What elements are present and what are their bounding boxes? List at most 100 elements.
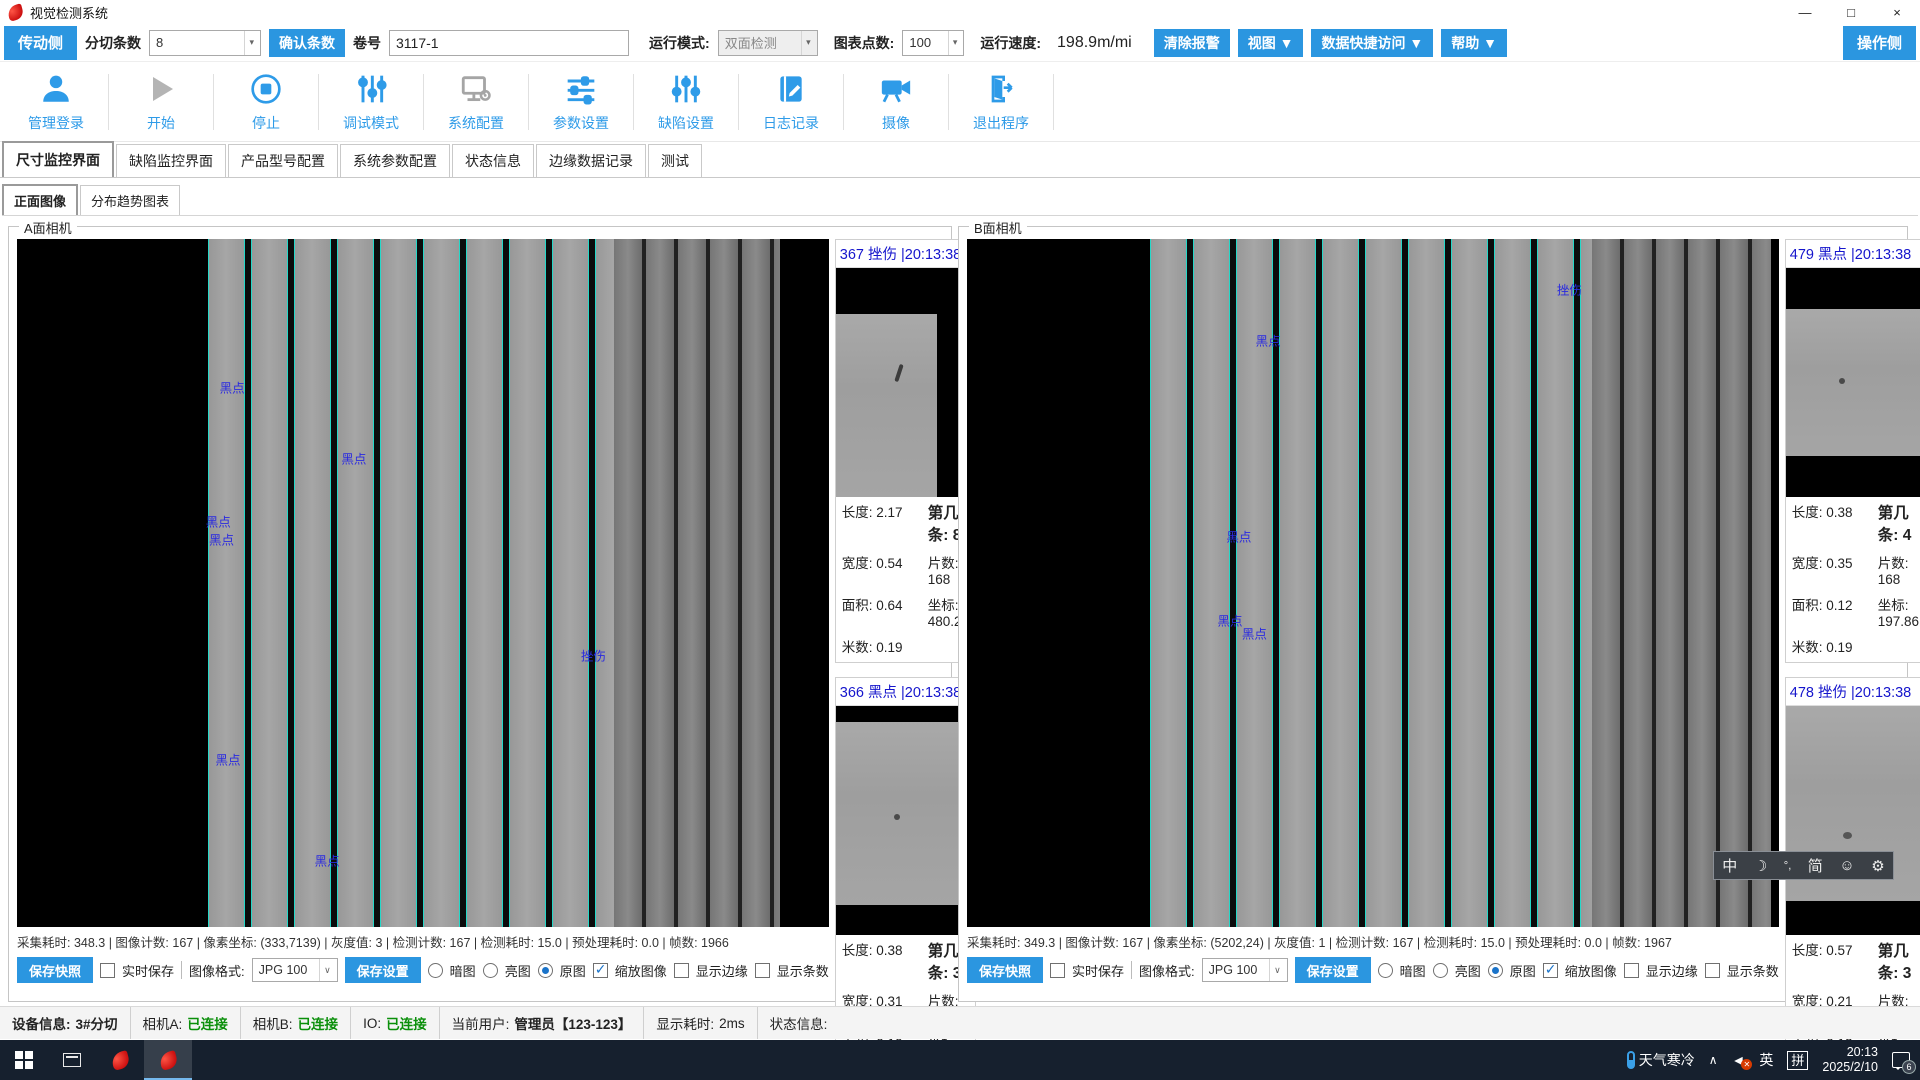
tab-test[interactable]: 测试 <box>648 144 702 177</box>
display-time-label: 显示耗时: <box>656 1013 714 1033</box>
realtime-save-checkbox[interactable] <box>100 963 115 978</box>
defect-header: 367 挫伤 |20:13:38 <box>836 240 975 267</box>
camera-b-image[interactable]: 挫伤黑点黑点黑点黑点 <box>967 239 1779 927</box>
save-settings-button[interactable]: 保存设置 <box>1295 957 1371 983</box>
save-snapshot-button[interactable]: 保存快照 <box>967 957 1043 983</box>
defect-header: 479 黑点 |20:13:38 <box>1786 240 1920 267</box>
ime-emoji-icon[interactable]: ☺ <box>1839 857 1854 874</box>
ime-lang-indicator[interactable]: 中 <box>1722 855 1737 876</box>
show-strip-count-checkbox[interactable] <box>1705 963 1720 978</box>
taskbar-clock[interactable]: 20:13 2025/2/10 <box>1822 1045 1878 1075</box>
tool-label: 缺陷设置 <box>658 113 714 133</box>
camera-a-save-row: 保存快照 实时保存 图像格式: JPG 100 ∨ 保存设置 暗图 <box>17 951 829 985</box>
subtab-front-image[interactable]: 正面图像 <box>2 184 78 215</box>
task-view-button[interactable] <box>48 1040 96 1080</box>
action-center-button[interactable]: 6 <box>1892 1052 1910 1068</box>
image-format-value: JPG 100 <box>259 963 308 977</box>
zoom-image-checkbox[interactable] <box>1543 963 1558 978</box>
defect-length: 长度: 0.57 <box>1792 939 1878 983</box>
zoom-image-checkbox[interactable] <box>593 963 608 978</box>
defect-thumbnail[interactable] <box>836 267 975 497</box>
defect-thumbnail[interactable] <box>836 705 975 935</box>
exit-program-button[interactable]: 退出程序 <box>949 66 1053 138</box>
show-edge-checkbox[interactable] <box>1624 963 1639 978</box>
defect-thumbnail[interactable] <box>1786 267 1920 497</box>
taskbar-app-2-active[interactable] <box>144 1040 192 1080</box>
taskbar: 天气寒冷 ∧ ◄ ✕ 英 拼 20:13 2025/2/10 6 <box>0 1040 1920 1080</box>
defect-stats: 长度: 0.38 第几条: 4 宽度: 0.35 片数: 168 面积: 0.1… <box>1786 497 1920 662</box>
defect-label: 黑点 <box>315 850 340 869</box>
show-strip-count-checkbox[interactable] <box>755 963 770 978</box>
ime-punctuation-icon[interactable]: °, <box>1784 860 1791 872</box>
dark-image-radio[interactable] <box>428 963 443 978</box>
save-snapshot-button[interactable]: 保存快照 <box>17 957 93 983</box>
tab-product-model-config[interactable]: 产品型号配置 <box>228 144 338 177</box>
tab-status-info[interactable]: 状态信息 <box>452 144 534 177</box>
system-config-button[interactable]: 系统配置 <box>424 66 528 138</box>
capture-button[interactable]: 摄像 <box>844 66 948 138</box>
defect-label: 黑点 <box>220 377 245 396</box>
realtime-save-checkbox[interactable] <box>1050 963 1065 978</box>
bright-image-radio[interactable] <box>483 963 498 978</box>
help-menu-button[interactable]: 帮助 ▼ <box>1441 29 1507 57</box>
data-quick-access-button[interactable]: 数据快捷访问 ▼ <box>1311 29 1433 57</box>
image-format-select[interactable]: JPG 100 ∨ <box>1202 958 1288 982</box>
tab-edge-data-record[interactable]: 边缘数据记录 <box>536 144 646 177</box>
run-mode-select[interactable]: 双面检测 ▾ <box>718 30 818 56</box>
chart-points-select[interactable]: 100 ▾ <box>902 30 964 56</box>
original-image-radio[interactable] <box>538 963 553 978</box>
tab-size-monitor[interactable]: 尺寸监控界面 <box>2 141 114 177</box>
defect-label: 黑点 <box>1217 611 1242 630</box>
login-button[interactable]: 管理登录 <box>4 66 108 138</box>
defect-card[interactable]: 367 挫伤 |20:13:38 长度: 2.17 第几条: 8 宽度: 0.5… <box>835 239 976 663</box>
zoom-image-label: 缩放图像 <box>615 961 667 980</box>
start-button[interactable]: 开始 <box>109 66 213 138</box>
roll-number-input[interactable] <box>389 30 629 56</box>
log-record-button[interactable]: 日志记录 <box>739 66 843 138</box>
defect-thumbnail[interactable] <box>1786 705 1920 935</box>
subtab-distribution-trend[interactable]: 分布趋势图表 <box>80 185 180 215</box>
transmission-side-button[interactable]: 传动侧 <box>4 26 77 60</box>
tab-system-param-config[interactable]: 系统参数配置 <box>340 144 450 177</box>
dark-image-radio[interactable] <box>1378 963 1393 978</box>
confirm-count-button[interactable]: 确认条数 <box>269 29 345 57</box>
realtime-save-label: 实时保存 <box>1072 961 1124 980</box>
ime-fullhalf-icon[interactable]: ☽ <box>1754 857 1767 875</box>
defect-card[interactable]: 479 黑点 |20:13:38 长度: 0.38 第几条: 4 宽度: 0.3… <box>1785 239 1920 663</box>
image-format-select[interactable]: JPG 100 ∨ <box>252 958 338 982</box>
parameter-settings-button[interactable]: 参数设置 <box>529 66 633 138</box>
ime-simplified-indicator[interactable]: 简 <box>1808 855 1823 876</box>
system-tray: 天气寒冷 ∧ ◄ ✕ 英 拼 20:13 2025/2/10 6 <box>1627 1040 1920 1080</box>
close-button[interactable]: × <box>1874 0 1920 24</box>
defect-settings-button[interactable]: 缺陷设置 <box>634 66 738 138</box>
show-edge-checkbox[interactable] <box>674 963 689 978</box>
show-strip-count-label: 显示条数 <box>1727 961 1779 980</box>
defect-meters: 米数: 0.19 <box>1792 636 1878 656</box>
ime-mode-indicator[interactable]: 拼 <box>1787 1051 1808 1070</box>
taskbar-app-1[interactable] <box>96 1040 144 1080</box>
save-settings-button[interactable]: 保存设置 <box>345 957 421 983</box>
view-menu-button[interactable]: 视图 ▼ <box>1238 29 1304 57</box>
tab-defect-monitor[interactable]: 缺陷监控界面 <box>116 144 226 177</box>
defect-label: 黑点 <box>209 529 234 548</box>
clear-alarm-button[interactable]: 清除报警 <box>1154 29 1230 57</box>
debug-mode-button[interactable]: 调试模式 <box>319 66 423 138</box>
top-toolbar: 传动侧 分切条数 8 ▾ 确认条数 卷号 运行模式: 双面检测 ▾ 图表点数: … <box>0 24 1920 62</box>
ime-settings-gear-icon[interactable]: ⚙ <box>1871 857 1884 875</box>
bright-image-radio[interactable] <box>1433 963 1448 978</box>
minimize-button[interactable]: — <box>1782 0 1828 24</box>
camera-a-image[interactable]: 黑点黑点黑点黑点挫伤黑点黑点 <box>17 239 829 927</box>
film-strips-dim <box>614 239 780 927</box>
maximize-button[interactable]: □ <box>1828 0 1874 24</box>
start-menu-button[interactable] <box>0 1040 48 1080</box>
weather-indicator[interactable]: 天气寒冷 <box>1627 1050 1695 1070</box>
defect-area: 面积: 0.64 <box>842 594 928 629</box>
defect-stats: 长度: 2.17 第几条: 8 宽度: 0.54 片数: 168 面积: 0.6… <box>836 497 975 662</box>
stop-button[interactable]: 停止 <box>214 66 318 138</box>
slit-count-select[interactable]: 8 ▾ <box>149 30 261 56</box>
original-image-radio[interactable] <box>1488 963 1503 978</box>
volume-muted-icon[interactable]: ◄ ✕ <box>1732 1052 1746 1068</box>
tray-overflow-chevron[interactable]: ∧ <box>1709 1053 1718 1067</box>
language-indicator[interactable]: 英 <box>1759 1050 1773 1070</box>
operation-side-button[interactable]: 操作侧 <box>1843 26 1916 60</box>
